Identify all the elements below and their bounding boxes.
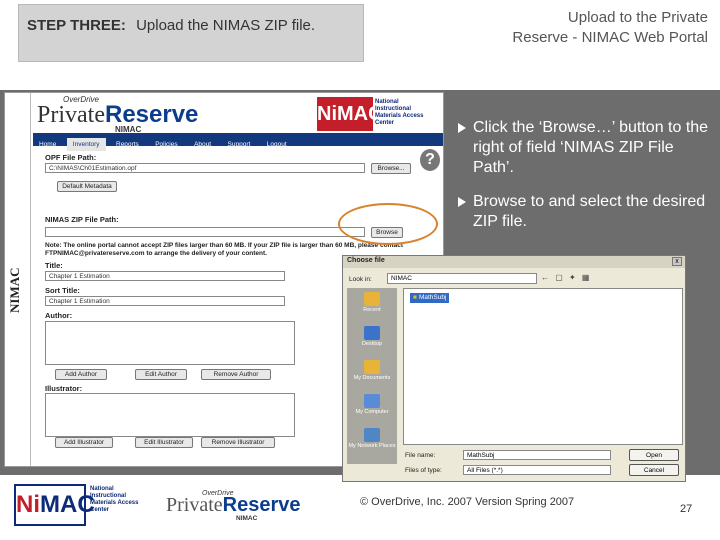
step-label: STEP THREE: [27,17,126,34]
place-my-documents-label: My Documents [353,375,391,381]
edit-illustrator-button[interactable]: Edit Illustrator [135,437,193,448]
default-metadata-button[interactable]: Default Metadata [57,181,117,192]
file-name-input[interactable]: MathSubj [463,450,611,460]
add-author-button[interactable]: Add Author [55,369,107,380]
file-item-selected[interactable]: MathSubj [410,293,450,303]
copyright-text: © OverDrive, Inc. 2007 Version Spring 20… [360,496,575,508]
portal-nav: Home Inventory Reports Policies About Su… [33,133,443,151]
nav-home[interactable]: Home [33,138,62,151]
opf-label: OPF File Path: [45,153,97,162]
illustrator-label: Illustrator: [45,384,83,393]
nav-about[interactable]: About [188,138,217,151]
look-in-label: Look in: [349,276,372,283]
help-icon[interactable]: ? [420,149,440,171]
opf-browse-button[interactable]: Browse... [371,163,411,174]
footer-logo-sub: NIMAC [236,515,258,522]
title-field[interactable]: Chapter 1 Estimation [45,271,285,281]
place-my-documents[interactable]: My Documents [347,360,397,381]
place-desktop-label: Desktop [361,341,383,347]
nav-logout[interactable]: Logout [261,138,293,151]
place-recent-label: Recent [363,307,381,313]
step-text: Upload the NIMAS ZIP file. [136,17,316,34]
choose-file-dialog: Choose file x Look in: NIMAC ← ▢ ✦ ▦ Rec… [342,255,686,482]
step-header: STEP THREE: Upload the NIMAS ZIP file. [18,4,364,62]
portal-sidebar: NIMAC [5,93,31,466]
sort-title-field[interactable]: Chapter 1 Estimation [45,296,285,306]
place-my-computer[interactable]: My Computer [347,394,397,415]
nav-inventory[interactable]: Inventory [66,138,106,151]
zip-path-field[interactable] [45,227,365,237]
places-bar: Recent Desktop My Documents My Computer … [347,288,397,464]
place-desktop[interactable]: Desktop [347,326,397,347]
author-label: Author: [45,311,73,320]
place-my-computer-label: My Computer [355,409,389,415]
file-list[interactable]: MathSubj [403,288,683,445]
footer-nimac-mark: NiMAC [14,484,95,526]
footer-nimac-logo: NiMAC National Instructional Materials A… [14,484,152,526]
author-list[interactable] [45,321,295,365]
footer-nimac-text: National Instructional Materials Access … [90,486,139,513]
slide-title-line2: Reserve - NIMAC Web Portal [512,29,708,46]
edit-author-button[interactable]: Edit Author [135,369,187,380]
instruction-bullets: Click the ‘Browse…’ button to the right … [455,118,710,246]
add-illustrator-button[interactable]: Add Illustrator [55,437,113,448]
footer-private-reserve-logo: OverDrive PrivateReserve NIMAC [166,490,336,524]
sort-title-label: Sort Title: [45,286,80,295]
opf-path-field[interactable]: C:\NIMAS\Ch01Estimation.opf [45,163,365,173]
footer-logo-private: Private [166,494,223,516]
browse-highlight-circle [338,203,438,245]
look-in-select[interactable]: NIMAC [387,273,537,284]
my-documents-icon [364,360,380,374]
bullet-2: Browse to and select the desired ZIP fil… [455,192,710,232]
file-name-label: File name: [405,452,436,459]
nav-reports[interactable]: Reports [110,138,145,151]
remove-author-button[interactable]: Remove Author [201,369,271,380]
slide-title: Upload to the Private Reserve - NIMAC We… [420,8,708,48]
bullet-1: Click the ‘Browse…’ button to the right … [455,118,710,178]
footer-logo-reserve: Reserve [222,494,301,516]
page-number: 27 [680,503,693,515]
nimac-logo-mark: NiMAC [317,97,383,131]
file-type-select[interactable]: All Files (*.*) [463,465,611,475]
open-button[interactable]: Open [629,449,679,461]
nav-support[interactable]: Support [222,138,257,151]
title-label: Title: [45,261,63,270]
place-my-network[interactable]: My Network Places [347,428,397,449]
logo-reserve: Reserve [104,101,199,128]
nimac-vertical-label: NIMAC [7,267,22,314]
my-network-icon [364,428,380,442]
desktop-icon [364,326,380,340]
footer-nimac-ni: Ni [16,491,40,518]
file-type-label: Files of type: [405,467,442,474]
my-computer-icon [364,394,380,408]
dialog-close-icon[interactable]: x [672,257,682,266]
recent-folder-icon [364,292,380,306]
private-reserve-logo: OverDrive PrivateReserve NIMAC [37,95,227,135]
place-recent[interactable]: Recent [347,292,397,313]
nimac-logo-text: National Instructional Materials Access … [375,99,424,126]
slide-title-line1: Upload to the Private [567,9,708,26]
footer-nimac-mac: MAC [40,491,95,518]
cancel-button[interactable]: Cancel [629,464,679,476]
nav-policies[interactable]: Policies [149,138,183,151]
place-my-network-label: My Network Places [348,443,396,449]
illustrator-list[interactable] [45,393,295,437]
nimac-logo: NiMAC National Instructional Materials A… [317,97,435,131]
dialog-title: Choose file [343,256,685,268]
remove-illustrator-button[interactable]: Remove Illustrator [201,437,275,448]
dialog-toolbar-icons[interactable]: ← ▢ ✦ ▦ [541,273,621,284]
zip-label: NIMAS ZIP File Path: [45,215,119,224]
logo-private: Private [37,102,105,128]
